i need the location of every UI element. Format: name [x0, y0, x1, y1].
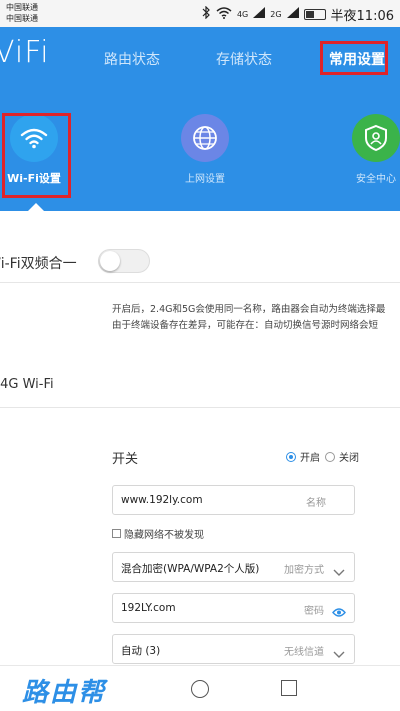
- highlight-box-tab: [320, 41, 388, 75]
- channel-hint: 无线信道: [284, 647, 324, 658]
- chevron-down-icon: [333, 562, 345, 581]
- hide-network-checkbox[interactable]: [112, 529, 121, 538]
- radio-on-label[interactable]: 开启: [300, 449, 320, 464]
- tab-router-status[interactable]: 路由状态: [104, 49, 160, 69]
- wifi-name-value[interactable]: www.192ly.com: [121, 494, 203, 506]
- dual-band-label: /i-Fi双频合一: [0, 256, 77, 272]
- password-value[interactable]: 192LY.com: [121, 602, 176, 614]
- status-icons: 4G 2G 半夜11:06: [202, 5, 394, 24]
- radio-off-button[interactable]: [325, 451, 335, 462]
- menu-label-security: 安全中心: [356, 174, 396, 185]
- menu-label-internet: 上网设置: [185, 174, 225, 185]
- radio-on-button[interactable]: [286, 451, 296, 462]
- carrier-name-2: 中国联通: [6, 14, 38, 23]
- dual-band-row: /i-Fi双频合一: [0, 211, 400, 283]
- signal-icon-1: [253, 7, 266, 22]
- app-header: ViFi 路由状态 存储状态 常用设置 Wi-Fi设置 上网设置 安全中心: [0, 27, 400, 211]
- wifi-status-icon: [216, 6, 232, 23]
- description-line-2: 由于终端设备存在差异，可能存在：自动切换信号源时网络会短: [112, 320, 379, 331]
- menu-item-internet-settings[interactable]: 上网设置: [165, 114, 245, 185]
- app-screen: 中国联通 中国联通 4G 2G 半夜11:06 ViFi 路由状态 存储状态 常…: [0, 0, 400, 711]
- clock: 半夜11:06: [330, 9, 394, 24]
- section-title-24g: .4G Wi-Fi: [0, 377, 54, 392]
- password-hint: 密码: [304, 606, 324, 617]
- wifi-name-field[interactable]: www.192ly.com 名称: [112, 485, 355, 515]
- carrier-info: 中国联通 中国联通: [6, 2, 38, 24]
- tab-storage-status[interactable]: 存储状态: [216, 49, 272, 69]
- shield-user-icon: [352, 114, 400, 162]
- network-type-2: 2G: [270, 10, 282, 19]
- carrier-name-1: 中国联通: [6, 3, 38, 12]
- system-nav-bar: 路由帮: [0, 665, 400, 711]
- recent-apps-button[interactable]: [281, 680, 297, 696]
- hide-network-label: 隐藏网络不被发现: [124, 530, 204, 541]
- switch-label: 开关: [112, 452, 139, 467]
- menu-item-security-center[interactable]: 安全中心: [336, 114, 400, 185]
- brand-title: ViFi: [0, 35, 50, 70]
- signal-icon-2: [286, 7, 299, 22]
- watermark-logo: 路由帮: [22, 678, 107, 708]
- password-field[interactable]: 192LY.com 密码: [112, 593, 355, 623]
- active-menu-pointer: [28, 203, 44, 211]
- highlight-box-wifi: [2, 113, 71, 198]
- encryption-hint: 加密方式: [284, 565, 324, 576]
- eye-icon[interactable]: [332, 603, 346, 622]
- globe-icon: [181, 114, 229, 162]
- radio-off-label[interactable]: 关闭: [339, 449, 359, 464]
- home-button[interactable]: [191, 680, 209, 698]
- network-type-1: 4G: [236, 10, 249, 19]
- encryption-select[interactable]: 混合加密(WPA/WPA2个人版) 加密方式: [112, 552, 355, 582]
- section-divider: [0, 407, 400, 408]
- switch-radio-group: 开启 关闭: [286, 449, 359, 464]
- toggle-knob: [100, 251, 120, 271]
- description-line-1: 开启后，2.4G和5G会使用同一名称，路由器会自动为终端选择最: [112, 304, 386, 315]
- bluetooth-icon: [202, 5, 211, 23]
- channel-value: 自动 (3): [121, 645, 161, 657]
- status-bar: 中国联通 中国联通 4G 2G 半夜11:06: [0, 0, 400, 27]
- wifi-name-hint: 名称: [306, 498, 326, 509]
- battery-icon: [303, 9, 326, 20]
- dual-band-description: 开启后，2.4G和5G会使用同一名称，路由器会自动为终端选择最 由于终端设备存在…: [112, 302, 385, 334]
- dual-band-toggle[interactable]: [98, 249, 150, 273]
- hide-network-option[interactable]: 隐藏网络不被发现: [112, 526, 204, 541]
- chevron-down-icon: [333, 644, 345, 663]
- encryption-value: 混合加密(WPA/WPA2个人版): [121, 563, 260, 575]
- channel-select[interactable]: 自动 (3) 无线信道: [112, 634, 355, 664]
